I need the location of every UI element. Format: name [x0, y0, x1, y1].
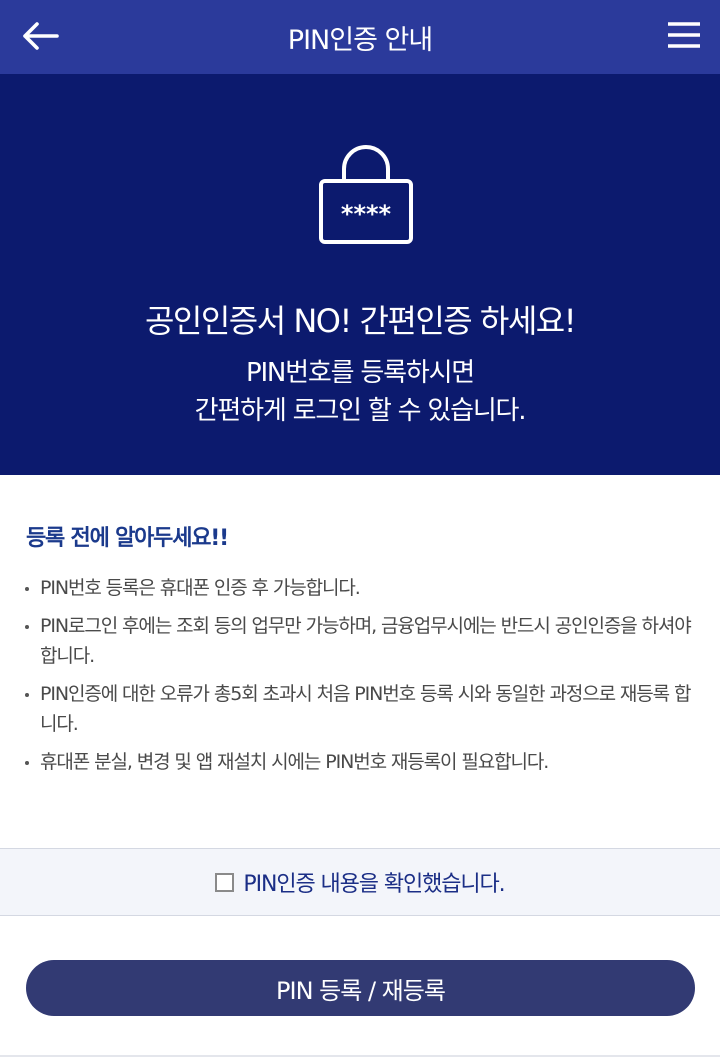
notice-item: PIN번호 등록은 휴대폰 인증 후 가능합니다.: [22, 573, 698, 603]
back-button[interactable]: [18, 18, 62, 58]
hero-banner: **** 공인인증서 NO! 간편인증 하세요! PIN번호를 등록하시면 간편…: [0, 74, 720, 475]
notice-item: PIN인증에 대한 오류가 총5회 초과시 처음 PIN번호 등록 시와 동일한…: [22, 679, 698, 739]
page-title: PIN인증 안내: [287, 24, 433, 56]
menu-button[interactable]: [662, 16, 706, 58]
confirm-checkbox[interactable]: [215, 872, 235, 892]
hero-subline-2: 간편하게 로그인 할 수 있습니다.: [194, 396, 527, 426]
notice-title: 등록 전에 알아두세요!!: [26, 526, 229, 551]
hero-headline: 공인인증서 NO! 간편인증 하세요!: [144, 302, 577, 340]
notice-list: PIN번호 등록은 휴대폰 인증 후 가능합니다. PIN로그인 후에는 조회 …: [22, 573, 698, 785]
confirm-label[interactable]: PIN인증 내용을 확인했습니다.: [243, 866, 505, 898]
hero-subline-1: PIN번호를 등록하시면: [245, 358, 475, 388]
notice-section: 등록 전에 알아두세요!! PIN번호 등록은 휴대폰 인증 후 가능합니다. …: [0, 475, 720, 848]
register-pin-button[interactable]: PIN 등록 / 재등록: [26, 960, 695, 1016]
app-screen: PIN인증 안내 **** 공인인증서 NO! 간편인증 하세요! PIN번호를…: [0, 0, 720, 1057]
arrow-left-icon: [21, 21, 59, 55]
lock-pin-mask: ****: [341, 200, 392, 228]
top-app-bar: PIN인증 안내: [0, 0, 720, 74]
lock-icon: ****: [318, 141, 414, 245]
notice-item: 휴대폰 분실, 변경 및 앱 재설치 시에는 PIN번호 재등록이 필요합니다.: [22, 747, 698, 777]
confirm-row[interactable]: PIN인증 내용을 확인했습니다.: [0, 848, 720, 916]
notice-item: PIN로그인 후에는 조회 등의 업무만 가능하며, 금융업무시에는 반드시 공…: [22, 611, 698, 671]
hamburger-menu-icon: [667, 21, 701, 53]
